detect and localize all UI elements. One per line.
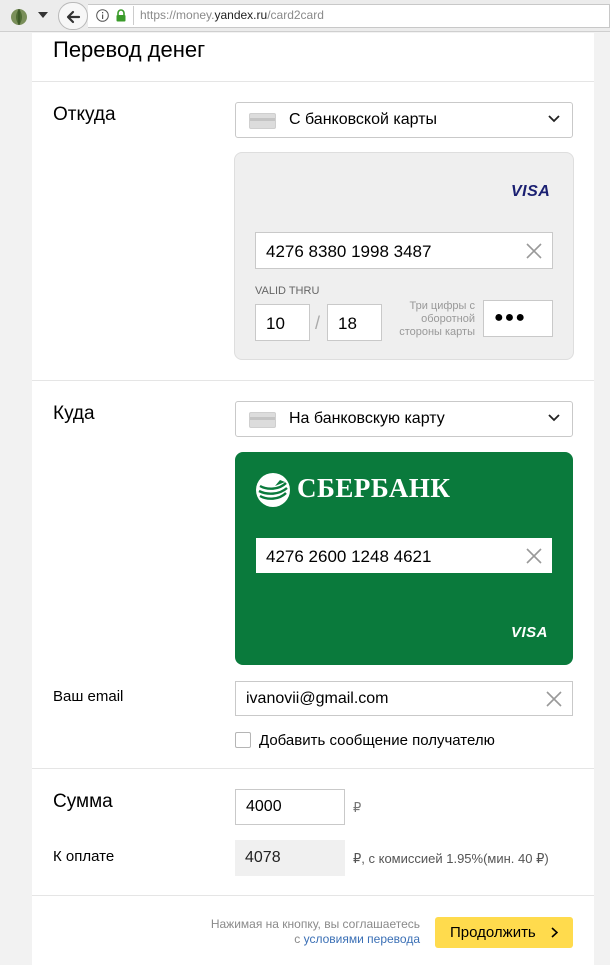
divider: [32, 380, 594, 381]
destination-card-number: 4276 2600 1248 4621: [266, 547, 432, 566]
bank-card-icon: [249, 412, 276, 428]
to-pay-box: 4078: [235, 840, 345, 876]
chevron-down-icon: [548, 414, 560, 422]
amount-currency: ₽: [353, 800, 362, 815]
source-card-number: 4276 8380 1998 3487: [266, 242, 432, 261]
expiry-separator: /: [315, 313, 321, 333]
destination-type-value: На банковскую карту: [289, 410, 445, 427]
transfer-terms-link[interactable]: условиями перевода: [304, 932, 420, 946]
email-input[interactable]: ivanovii@gmail.com: [235, 681, 573, 716]
visa-logo: VISA: [511, 183, 551, 200]
cvv-input[interactable]: ●●●: [483, 300, 553, 337]
to-pay-label: К оплате: [53, 848, 115, 865]
clear-icon[interactable]: [526, 243, 542, 259]
amount-value: 4000: [246, 798, 282, 815]
sberbank-logo-icon: [256, 473, 290, 507]
add-message-checkbox[interactable]: [235, 732, 251, 748]
destination-type-dropdown[interactable]: На банковскую карту: [235, 401, 573, 437]
expiry-month-input[interactable]: 10: [255, 304, 310, 341]
visa-logo: VISA: [511, 624, 549, 641]
to-label: Куда: [53, 403, 95, 424]
info-icon[interactable]: [96, 9, 109, 22]
add-message-label[interactable]: Добавить сообщение получателю: [259, 732, 495, 749]
back-button[interactable]: [58, 2, 88, 30]
cvv-value: ●●●: [494, 309, 526, 326]
chevron-down-icon: [548, 115, 560, 123]
amount-label: Сумма: [53, 791, 113, 812]
divider: [32, 81, 594, 82]
valid-thru-label: VALID THRU: [255, 285, 320, 297]
commission-text: ₽, с комиссией 1.95%(мин. 40 ₽): [353, 851, 549, 866]
agreement-prefix: Нажимая на кнопку, вы соглашаетесь: [210, 917, 420, 931]
source-card-form: VISA 4276 8380 1998 3487 VALID THRU 10 /…: [234, 152, 574, 360]
chevron-right-icon: [551, 927, 558, 938]
expiry-year: 18: [338, 314, 357, 333]
destination-card-form: СБЕРБАНК 4276 2600 1248 4621 VISA: [235, 452, 573, 665]
source-card-number-input[interactable]: 4276 8380 1998 3487: [255, 232, 553, 269]
continue-label: Продолжить: [450, 924, 536, 941]
browser-toolbar: https://money.yandex.ru/card2card: [0, 0, 610, 32]
transfer-page: Перевод денег Откуда С банковской карты …: [32, 33, 594, 965]
cvv-hint: Три цифры с оборотной стороны карты: [399, 300, 475, 338]
divider: [32, 895, 594, 896]
source-type-value: С банковской карты: [289, 111, 438, 128]
url-text[interactable]: https://money.yandex.ru/card2card: [140, 8, 324, 22]
divider: [32, 768, 594, 769]
bank-card-icon: [249, 113, 276, 129]
back-arrow-icon: [66, 10, 81, 24]
to-pay-value: 4078: [245, 849, 281, 866]
clear-icon[interactable]: [526, 548, 542, 564]
browser-logo-icon[interactable]: [9, 6, 29, 26]
email-value: ivanovii@gmail.com: [246, 690, 389, 707]
address-separator: [133, 6, 134, 25]
page-title: Перевод денег: [53, 37, 206, 62]
agreement-text: Нажимая на кнопку, вы соглашаетесь с усл…: [182, 917, 420, 947]
lock-icon[interactable]: [115, 9, 127, 22]
from-label: Откуда: [53, 104, 116, 125]
email-label: Ваш email: [53, 688, 124, 705]
destination-card-number-input[interactable]: 4276 2600 1248 4621: [255, 537, 553, 574]
browser-menu-caret-icon[interactable]: [38, 12, 48, 18]
source-type-dropdown[interactable]: С банковской карты: [235, 102, 573, 138]
amount-input[interactable]: 4000: [235, 789, 345, 825]
agreement-with: с: [294, 932, 304, 946]
continue-button[interactable]: Продолжить: [435, 917, 573, 948]
clear-icon[interactable]: [546, 691, 562, 707]
expiry-year-input[interactable]: 18: [327, 304, 382, 341]
expiry-month: 10: [266, 314, 285, 333]
bank-name: СБЕРБАНК: [297, 473, 451, 503]
